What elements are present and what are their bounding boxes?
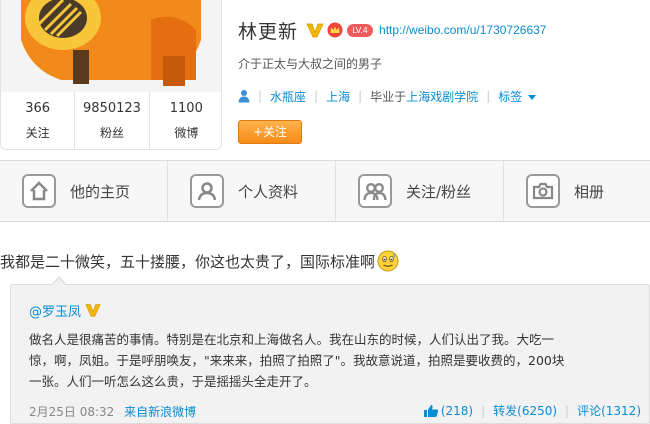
profile-info: 林更新 LV.4 http://weibo.com/u/1730726637 介…	[238, 0, 648, 150]
stat-posts-count: 1100	[169, 101, 203, 116]
gender-person-icon	[238, 90, 250, 103]
chevron-down-icon	[528, 94, 537, 100]
tags-dropdown[interactable]: 标签	[498, 88, 537, 105]
repost-author-link[interactable]: @罗玉凤	[29, 301, 81, 320]
like-thumb-icon[interactable]	[423, 404, 439, 418]
repost-line: 惊，啊，凤姐。于是呼朋唤友，"来来来，拍照了拍照了"。我故意说道，拍照是要收费的…	[29, 353, 565, 368]
repost-pointer-fill	[52, 278, 66, 286]
post: 我都是二十微笑，五十搂腰，你这也太贵了，国际标准啊	[0, 250, 648, 272]
stat-followers[interactable]: 9850123 粉丝	[75, 92, 150, 149]
repost-actions: (218) | 转发(6250) | 评论(1312)	[423, 402, 641, 419]
tags-label: 标签	[498, 89, 523, 104]
tab-home[interactable]: 他的主页	[0, 161, 168, 221]
profile-header: 366 关注 9850123 粉丝 1100 微博 林更新 LV.4 http:…	[0, 0, 650, 160]
level-badge[interactable]: LV.4	[347, 23, 374, 37]
tab-profile-info[interactable]: 个人资料	[168, 161, 336, 221]
awkward-smile-emoji-icon	[377, 250, 399, 272]
stat-posts-label: 微博	[174, 126, 199, 140]
divider: |	[358, 89, 363, 103]
home-icon	[22, 174, 56, 208]
person-icon	[190, 174, 224, 208]
divider: |	[314, 89, 319, 103]
stat-following[interactable]: 366 关注	[1, 92, 76, 149]
repost-line: 做名人是很痛苦的事情。特别是在北京和上海做名人。我在山东的时候，人们认出了我。大…	[29, 332, 555, 347]
profile-intro: 介于正太与大叔之间的男子	[238, 57, 383, 71]
stat-followers-label: 粉丝	[99, 126, 124, 140]
profile-tab-bar: 他的主页 个人资料 关注/粉丝 相册	[0, 160, 650, 222]
comment-button[interactable]: 评论(1312)	[577, 402, 641, 419]
repost-meta: 2月25日 08:32 来自新浪微博	[29, 403, 196, 420]
repost-body: 做名人是很痛苦的事情。特别是在北京和上海做名人。我在山东的时候，人们认出了我。大…	[29, 329, 641, 392]
profile-name: 林更新	[238, 20, 299, 43]
like-count[interactable]: (218)	[441, 404, 473, 418]
avatar-illustration	[1, 0, 221, 92]
repost-line: 一张。人们一听怎么这么贵，于是摇摇头全走开了。	[29, 374, 317, 389]
tab-profile-info-label: 个人资料	[238, 182, 299, 201]
divider: |	[565, 403, 570, 418]
stat-following-count: 366	[25, 101, 51, 116]
tab-album-label: 相册	[574, 182, 605, 201]
tab-home-label: 他的主页	[70, 182, 131, 201]
crown-icon[interactable]	[327, 22, 343, 38]
stat-posts[interactable]: 1100 微博	[150, 92, 221, 149]
repost-box: @罗玉凤 做名人是很痛苦的事情。特别是在北京和上海做名人。我在山东的时候，人们认…	[10, 276, 650, 424]
avatar[interactable]	[1, 0, 221, 92]
people-icon	[358, 174, 392, 208]
follow-button[interactable]: +关注	[238, 120, 302, 144]
post-text: 我都是二十微笑，五十搂腰，你这也太贵了，国际标准啊	[0, 252, 376, 271]
tab-follow-fans[interactable]: 关注/粉丝	[336, 161, 504, 221]
verified-v-icon[interactable]	[85, 302, 101, 318]
profile-details-row: | 水瓶座 | 上海 | 毕业于 上海戏剧学院 | 标签	[238, 86, 537, 106]
forward-button[interactable]: 转发(6250)	[493, 402, 557, 419]
profile-stats: 366 关注 9850123 粉丝 1100 微博	[1, 92, 221, 149]
repost-author-row: @罗玉凤	[29, 301, 101, 320]
stat-following-label: 关注	[25, 126, 50, 140]
tab-follow-fans-label: 关注/粉丝	[406, 182, 472, 201]
avatar-card: 366 关注 9850123 粉丝 1100 微博	[0, 0, 222, 150]
repost-source-link[interactable]: 来自新浪微博	[124, 405, 196, 419]
tab-album[interactable]: 相册	[504, 161, 650, 221]
education-prefix: 毕业于	[370, 89, 407, 104]
profile-url-link[interactable]: http://weibo.com/u/1730726637	[379, 23, 546, 37]
camera-icon	[526, 174, 560, 208]
repost-timestamp[interactable]: 2月25日 08:32	[29, 405, 114, 419]
zodiac-link[interactable]: 水瓶座	[270, 88, 306, 105]
school-link[interactable]: 上海戏剧学院	[406, 88, 478, 105]
name-row: 林更新 LV.4 http://weibo.com/u/1730726637	[238, 17, 546, 43]
divider: |	[481, 403, 486, 418]
divider: |	[258, 89, 263, 103]
location-link[interactable]: 上海	[326, 88, 350, 105]
verified-v-icon[interactable]	[306, 21, 324, 39]
divider: |	[486, 89, 491, 103]
stat-followers-count: 9850123	[83, 101, 141, 116]
